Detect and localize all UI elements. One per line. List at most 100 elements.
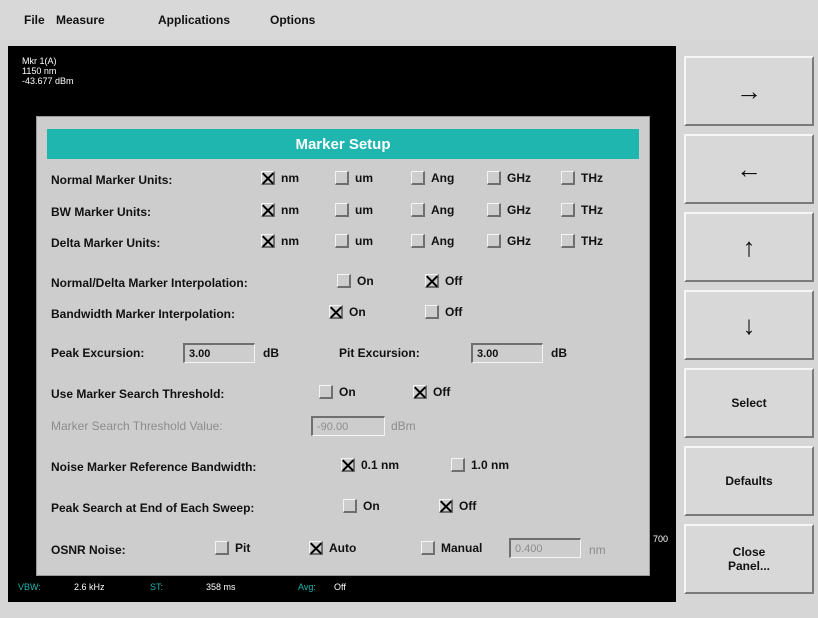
marker-wavelength: 1150 nm	[22, 66, 57, 76]
normal-units-um-checkbox[interactable]	[335, 171, 349, 185]
normal-units-option-ang[interactable]: Ang	[411, 171, 454, 185]
bw-units-nm-checkbox[interactable]	[261, 203, 275, 217]
normal-units-nm-checkbox[interactable]	[261, 171, 275, 185]
noise-ref-bw-opt1-checkbox[interactable]	[341, 458, 355, 472]
threshold-value-label: Marker Search Threshold Value:	[51, 419, 223, 433]
delta-units-option-nm[interactable]: nm	[261, 234, 299, 248]
delta-units-um-label: um	[355, 234, 373, 248]
osnr-manual-input: 0.400	[509, 538, 581, 558]
search-threshold-off-checkbox[interactable]	[413, 385, 427, 399]
softkey-right-arrow[interactable]: →	[684, 56, 814, 126]
bw-interp-off-checkbox[interactable]	[425, 305, 439, 319]
osnr-noise-pit[interactable]: Pit	[215, 541, 250, 555]
osnr-noise-manual[interactable]: Manual	[421, 541, 482, 555]
search-threshold-off[interactable]: Off	[413, 385, 450, 399]
normal-delta-interp-off[interactable]: Off	[425, 274, 462, 288]
noise-ref-bw-opt2[interactable]: 1.0 nm	[451, 458, 509, 472]
normal-units-option-um[interactable]: um	[335, 171, 373, 185]
bw-units-ang-checkbox[interactable]	[411, 203, 425, 217]
bw-units-ghz-label: GHz	[507, 203, 531, 217]
peak-search-end-off[interactable]: Off	[439, 499, 476, 513]
normal-delta-interp-on[interactable]: On	[337, 274, 374, 288]
search-threshold-on[interactable]: On	[319, 385, 356, 399]
delta-units-option-ghz[interactable]: GHz	[487, 234, 531, 248]
avg-value: Off	[334, 582, 346, 592]
delta-units-option-thz[interactable]: THz	[561, 234, 603, 248]
normal-units-nm-label: nm	[281, 171, 299, 185]
search-threshold-on-checkbox[interactable]	[319, 385, 333, 399]
delta-units-option-ang[interactable]: Ang	[411, 234, 454, 248]
left-arrow-icon: ←	[736, 154, 762, 184]
normal-delta-interp-label: Normal/Delta Marker Interpolation:	[51, 276, 248, 290]
threshold-value-input: -90.00	[311, 416, 385, 436]
delta-units-ang-label: Ang	[431, 234, 455, 248]
delta-units-nm-checkbox[interactable]	[261, 234, 275, 248]
peak-search-end-off-checkbox[interactable]	[439, 499, 453, 513]
peak-search-end-on[interactable]: On	[343, 499, 380, 513]
delta-units-thz-label: THz	[581, 234, 603, 248]
bw-interp-on[interactable]: On	[329, 305, 366, 319]
up-arrow-icon: ↑	[742, 232, 756, 262]
bw-units-option-thz[interactable]: THz	[561, 203, 603, 217]
pit-excursion-input[interactable]: 3.00	[471, 343, 543, 363]
bw-units-um-checkbox[interactable]	[335, 203, 349, 217]
pit-excursion-unit: dB	[551, 346, 567, 360]
osnr-noise-auto[interactable]: Auto	[309, 541, 356, 555]
bw-units-option-ang[interactable]: Ang	[411, 203, 454, 217]
delta-marker-units-label: Delta Marker Units:	[51, 236, 161, 250]
normal-units-option-thz[interactable]: THz	[561, 171, 603, 185]
osnr-noise-auto-label: Auto	[329, 541, 357, 555]
delta-units-ghz-checkbox[interactable]	[487, 234, 501, 248]
normal-delta-interp-on-checkbox[interactable]	[337, 274, 351, 288]
delta-units-um-checkbox[interactable]	[335, 234, 349, 248]
noise-ref-bw-opt2-checkbox[interactable]	[451, 458, 465, 472]
delta-units-option-um[interactable]: um	[335, 234, 373, 248]
select-label: Select	[731, 396, 767, 410]
bw-units-option-nm[interactable]: nm	[261, 203, 299, 217]
bw-units-thz-checkbox[interactable]	[561, 203, 575, 217]
osnr-noise-manual-checkbox[interactable]	[421, 541, 435, 555]
softkey-left-arrow[interactable]: ←	[684, 134, 814, 204]
search-threshold-off-label: Off	[433, 385, 451, 399]
menu-options[interactable]: Options	[270, 13, 315, 27]
normal-delta-interp-off-label: Off	[445, 274, 463, 288]
bw-interp-off-label: Off	[445, 305, 463, 319]
normal-units-ghz-checkbox[interactable]	[487, 171, 501, 185]
normal-delta-interp-on-label: On	[357, 274, 374, 288]
peak-excursion-input[interactable]: 3.00	[183, 343, 255, 363]
menu-measure[interactable]: Measure	[56, 13, 105, 27]
peak-search-end-off-label: Off	[459, 499, 477, 513]
bw-units-ghz-checkbox[interactable]	[487, 203, 501, 217]
marker-setup-dialog: Marker Setup Normal Marker Units: BW Mar…	[36, 116, 650, 576]
normal-units-option-ghz[interactable]: GHz	[487, 171, 531, 185]
status-bar: VBW: 2.6 kHz ST: 358 ms Avg: Off	[8, 582, 568, 596]
osnr-noise-manual-label: Manual	[441, 541, 483, 555]
softkey-defaults[interactable]: Defaults	[684, 446, 814, 516]
normal-delta-interp-off-checkbox[interactable]	[425, 274, 439, 288]
noise-ref-bw-opt2-label: 1.0 nm	[471, 458, 510, 472]
bw-units-ang-label: Ang	[431, 203, 455, 217]
bw-interp-off[interactable]: Off	[425, 305, 462, 319]
normal-units-ang-checkbox[interactable]	[411, 171, 425, 185]
delta-units-ang-checkbox[interactable]	[411, 234, 425, 248]
softkey-down-arrow[interactable]: ↓	[684, 290, 814, 360]
softkey-up-arrow[interactable]: ↑	[684, 212, 814, 282]
delta-units-thz-checkbox[interactable]	[561, 234, 575, 248]
bw-units-option-um[interactable]: um	[335, 203, 373, 217]
softkey-close-panel[interactable]: Close Panel...	[684, 524, 814, 594]
bw-units-option-ghz[interactable]: GHz	[487, 203, 531, 217]
menu-applications[interactable]: Applications	[158, 13, 230, 27]
noise-ref-bw-opt1[interactable]: 0.1 nm	[341, 458, 399, 472]
menu-file[interactable]: File	[24, 13, 45, 27]
normal-units-thz-checkbox[interactable]	[561, 171, 575, 185]
normal-units-thz-label: THz	[581, 171, 603, 185]
osnr-noise-auto-checkbox[interactable]	[309, 541, 323, 555]
osnr-noise-pit-checkbox[interactable]	[215, 541, 229, 555]
peak-search-end-on-checkbox[interactable]	[343, 499, 357, 513]
dialog-title: Marker Setup	[47, 129, 639, 159]
normal-units-option-nm[interactable]: nm	[261, 171, 299, 185]
bw-interp-on-checkbox[interactable]	[329, 305, 343, 319]
bw-units-um-label: um	[355, 203, 373, 217]
noise-ref-bw-label: Noise Marker Reference Bandwidth:	[51, 460, 257, 474]
softkey-select[interactable]: Select	[684, 368, 814, 438]
